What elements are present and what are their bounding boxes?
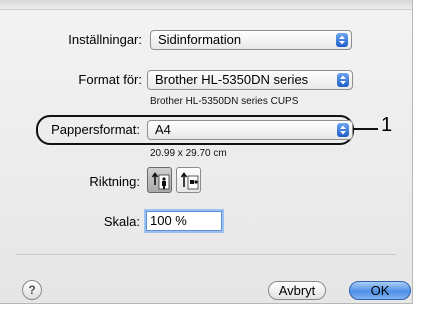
paper-size-popup[interactable]: A4 (147, 120, 353, 140)
scale-label: Skala: (103, 214, 140, 229)
scale-input[interactable]: 100 % (146, 211, 222, 231)
orientation-portrait-button[interactable] (147, 167, 172, 193)
paper-size-popup-value: A4 (155, 122, 171, 137)
paper-dimensions: 20.99 x 29.70 cm (150, 148, 227, 159)
help-button[interactable]: ? (22, 280, 42, 300)
paper-size-label: Pappersformat: (51, 122, 140, 137)
callout-number: 1 (381, 114, 393, 136)
printer-subtext: Brother HL-5350DN series CUPS (150, 96, 299, 107)
settings-popup-value: Sidinformation (158, 32, 242, 47)
orientation-landscape-button[interactable] (176, 167, 201, 193)
divider (16, 254, 396, 255)
portrait-orientation-icon (151, 172, 170, 190)
popup-arrows-icon (337, 123, 349, 137)
window-titlebar (0, 0, 412, 10)
callout-line (354, 128, 378, 130)
popup-arrows-icon (337, 73, 349, 87)
format-for-label: Format för: (78, 72, 142, 87)
format-for-popup-value: Brother HL-5350DN series (155, 72, 309, 87)
popup-arrows-icon (336, 33, 348, 47)
cancel-button[interactable]: Avbryt (268, 281, 326, 300)
landscape-orientation-icon (180, 172, 199, 190)
page-setup-dialog: Inställningar: Sidinformation Format för… (0, 0, 413, 304)
orientation-label: Riktning: (89, 174, 140, 189)
settings-popup[interactable]: Sidinformation (150, 30, 352, 50)
ok-button[interactable]: OK (349, 281, 411, 300)
format-for-popup[interactable]: Brother HL-5350DN series (147, 70, 353, 90)
settings-label: Inställningar: (68, 32, 142, 47)
